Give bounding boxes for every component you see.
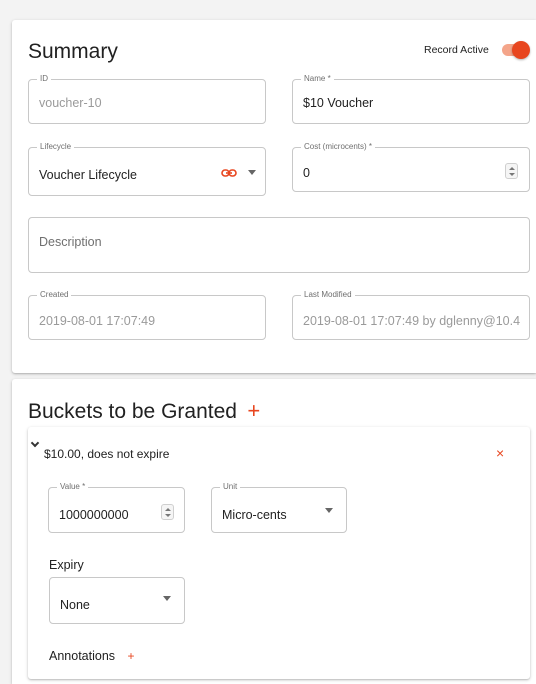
bucket-panel-title: $10.00, does not expire [44, 447, 170, 461]
number-stepper-icon[interactable] [161, 504, 174, 520]
chevron-down-icon[interactable] [163, 596, 171, 601]
last-modified-field: Last Modified 2019-08-01 17:07:49 by dgl… [292, 290, 530, 340]
summary-title: Summary [28, 40, 118, 63]
last-modified-field-label: Last Modified [301, 290, 355, 300]
link-icon[interactable] [221, 166, 237, 178]
bucket-panel: $10.00, does not expire × Value * 100000… [28, 427, 530, 679]
chevron-down-icon[interactable] [248, 170, 256, 175]
value-field[interactable]: Value * 1000000000 [48, 482, 185, 533]
chevron-down-icon [30, 438, 40, 448]
cost-field-label: Cost (microcents) * [301, 142, 376, 152]
annotations-label: Annotations [49, 649, 116, 663]
name-field[interactable]: Name * $10 Voucher [292, 74, 530, 124]
unit-field-label: Unit [220, 482, 241, 492]
name-field-value[interactable]: $10 Voucher [303, 95, 373, 111]
unit-field-value: Micro-cents [222, 508, 287, 522]
bucket-panel-header[interactable]: $10.00, does not expire [28, 427, 498, 467]
name-field-label: Name * [301, 74, 334, 84]
expiry-select[interactable]: None [49, 577, 185, 624]
add-bucket-button[interactable]: + [247, 398, 260, 423]
close-icon[interactable]: × [496, 445, 504, 461]
annotations-row: Annotations + [49, 647, 135, 665]
summary-card: Summary Record Active ID voucher-10 Name… [12, 20, 536, 373]
record-active-label: Record Active [424, 44, 489, 56]
record-active-toggle[interactable] [500, 39, 532, 61]
add-annotation-button[interactable]: + [127, 649, 134, 663]
last-modified-field-value: 2019-08-01 17:07:49 by dglenny@10.4 [303, 314, 521, 328]
number-stepper-icon[interactable] [505, 163, 518, 179]
description-placeholder: Description [39, 235, 102, 249]
created-field: Created 2019-08-01 17:07:49 [28, 290, 266, 340]
lifecycle-field-value: Voucher Lifecycle [39, 168, 137, 182]
buckets-title: Buckets to be Granted [28, 400, 237, 423]
expiry-label: Expiry [49, 558, 84, 572]
toggle-thumb [512, 41, 530, 59]
unit-select[interactable]: Unit Micro-cents [211, 482, 347, 533]
cost-field-value[interactable]: 0 [303, 165, 310, 181]
id-field-label: ID [37, 74, 51, 84]
buckets-card: Buckets to be Granted + $10.00, does not… [12, 379, 536, 684]
lifecycle-field-label: Lifecycle [37, 142, 75, 152]
id-field: ID voucher-10 [28, 74, 266, 124]
created-field-value: 2019-08-01 17:07:49 [39, 314, 156, 328]
created-field-label: Created [37, 290, 72, 300]
chevron-down-icon[interactable] [325, 508, 333, 513]
buckets-title-row: Buckets to be Granted + [28, 398, 260, 424]
description-field[interactable]: Description [28, 217, 530, 273]
value-field-value[interactable]: 1000000000 [59, 507, 129, 523]
lifecycle-select[interactable]: Lifecycle Voucher Lifecycle [28, 142, 266, 196]
value-field-label: Value * [57, 482, 89, 492]
expiry-field-value: None [60, 598, 90, 612]
cost-field[interactable]: Cost (microcents) * 0 [292, 142, 530, 192]
id-field-value: voucher-10 [39, 96, 102, 110]
